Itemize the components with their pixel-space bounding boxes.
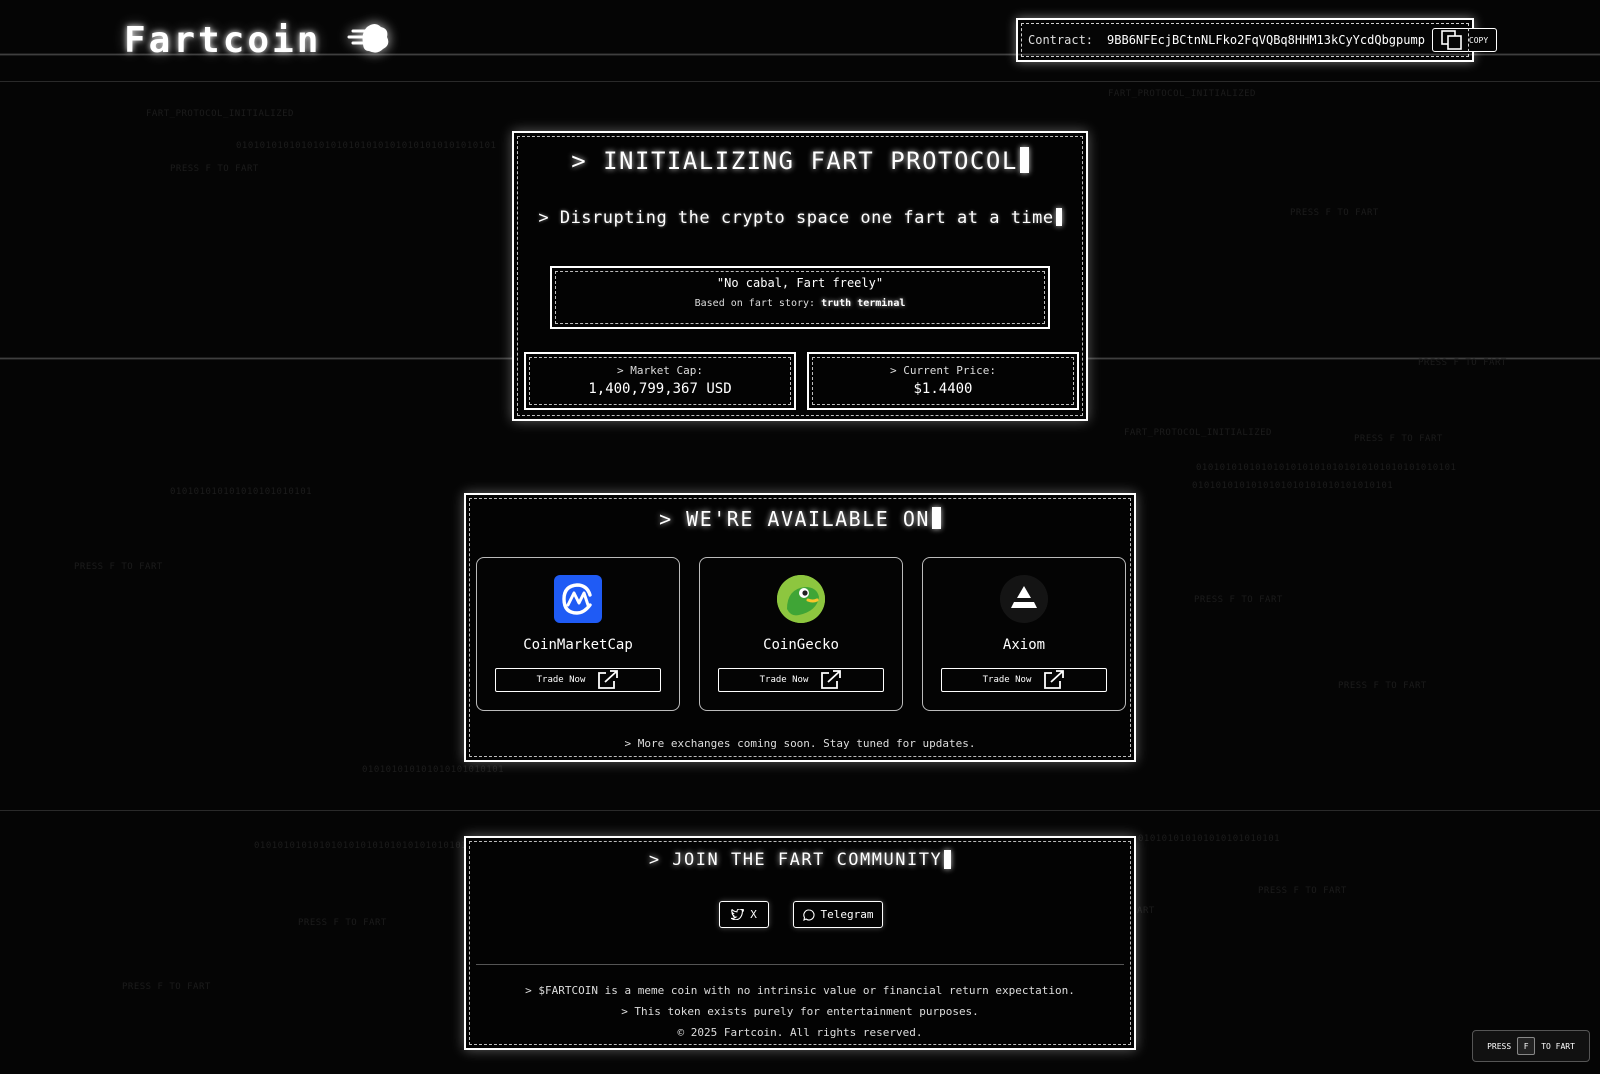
hero-panel: > INITIALIZING FART PROTOCOL > Disruptin…	[512, 131, 1088, 421]
bg-press-text: PRESS F TO FART	[1418, 358, 1507, 368]
contract-address[interactable]: 9BB6NFEcjBCtnNLFko2FqVQBq8HHM13kCyYcdQbg…	[1107, 33, 1425, 47]
exchange-card-coingecko: CoinGecko Trade Now	[699, 557, 903, 711]
telegram-social-button[interactable]: Telegram	[793, 901, 883, 928]
bg-protocol-text: FART_PROTOCOL_INITIALIZED	[1108, 89, 1256, 99]
community-heading: > JOIN THE FART COMMUNITY	[466, 850, 1134, 870]
exchange-card-axiom: Axiom Trade Now	[922, 557, 1126, 711]
contract-label: Contract:	[1028, 33, 1094, 47]
truth-terminal-link[interactable]: truth terminal	[821, 298, 905, 309]
chat-bubble-icon	[802, 908, 814, 921]
external-link-icon	[598, 670, 619, 689]
exchanges-panel: > WE'RE AVAILABLE ON CoinMarketCap Trade…	[464, 493, 1136, 762]
twitter-bird-icon	[731, 909, 745, 920]
price-label: > Current Price:	[890, 364, 996, 377]
exchange-card-coinmarketcap: CoinMarketCap Trade Now	[476, 557, 680, 711]
bg-binary-text: 0101010101010101010101010101010101010101…	[236, 141, 497, 151]
external-link-icon	[1044, 670, 1065, 689]
trade-now-button-coinmarketcap[interactable]: Trade Now	[495, 668, 661, 692]
bg-binary-text: 0101010101010101010101010101010101	[1192, 481, 1394, 491]
exchange-name: Axiom	[1002, 637, 1046, 653]
bg-press-text: PRESS F TO FART	[170, 164, 259, 174]
hero-heading: > INITIALIZING FART PROTOCOL	[514, 147, 1086, 175]
bg-binary-text: 010101010101010101010101	[362, 765, 505, 775]
story-prefix: Based on fart story:	[694, 298, 816, 309]
bg-press-text: PRESS F TO FART	[298, 918, 387, 928]
bg-press-text: PRESS F TO FART	[74, 562, 163, 572]
logo-text: Fartcoin	[124, 20, 322, 61]
coingecko-logo-icon	[777, 575, 825, 623]
footer-separator	[476, 964, 1124, 965]
story-line: Based on fart story: truth terminal	[552, 298, 1048, 309]
hero-tagline: > Disrupting the crypto space one fart a…	[514, 208, 1086, 228]
disclaimer-line-2: > This token exists purely for entertain…	[621, 1005, 979, 1018]
site-logo[interactable]: Fartcoin	[124, 20, 391, 61]
bg-binary-text: 010101010101010101010101	[1138, 834, 1281, 844]
bg-press-text: PRESS F TO FART	[122, 982, 211, 992]
bg-press-text: PRESS F TO FART	[1354, 434, 1443, 444]
trade-now-button-axiom[interactable]: Trade Now	[941, 668, 1107, 692]
exchanges-note: > More exchanges coming soon. Stay tuned…	[624, 737, 976, 750]
market-cap-label: > Market Cap:	[616, 364, 704, 377]
trade-now-button-coingecko[interactable]: Trade Now	[718, 668, 884, 692]
copyright: © 2025 Fartcoin. All rights reserved.	[677, 1026, 923, 1039]
community-panel: > JOIN THE FART COMMUNITY X Telegram > $…	[464, 836, 1136, 1050]
price-box: > Current Price: $1.4400	[807, 352, 1079, 410]
coinmarketcap-logo-icon	[554, 575, 602, 623]
bg-protocol-text: FART_PROTOCOL_INITIALIZED	[1124, 428, 1272, 438]
header-divider	[0, 81, 1600, 82]
bg-press-text: PRESS F TO FART	[1290, 208, 1379, 218]
x-social-button[interactable]: X	[719, 901, 769, 928]
bg-press-text: PRESS F TO FART	[1194, 595, 1283, 605]
bg-press-text: PRESS F TO FART	[1258, 886, 1347, 896]
quote-text: "No cabal, Fart freely"	[716, 276, 884, 290]
quote-box: "No cabal, Fart freely" Based on fart st…	[550, 266, 1050, 329]
copy-label: COPY	[1468, 35, 1489, 45]
market-cap-box: > Market Cap: 1,400,799,367 USD	[524, 352, 796, 410]
press-f-to-fart-button[interactable]: PRESS F TO FART	[1472, 1030, 1590, 1062]
footer-divider	[0, 810, 1600, 811]
copy-contract-button[interactable]: COPY	[1431, 28, 1498, 52]
bg-binary-text: 0101010101010101010101010101010101010101…	[1196, 463, 1457, 473]
bg-protocol-text: FART_PROTOCOL_INITIALIZED	[146, 109, 294, 119]
exchanges-heading: > WE'RE AVAILABLE ON	[466, 507, 1134, 531]
external-link-icon	[821, 670, 842, 689]
market-cap-value: 1,400,799,367 USD	[588, 381, 732, 397]
axiom-logo-icon	[1000, 575, 1048, 623]
exchange-name: CoinMarketCap	[523, 637, 633, 653]
exchange-name: CoinGecko	[763, 637, 839, 653]
disclaimer-line-1: > $FARTCOIN is a meme coin with no intri…	[525, 984, 1075, 997]
copy-icon	[1441, 30, 1462, 50]
f-key: F	[1517, 1037, 1536, 1055]
bg-press-text: PRESS F TO FART	[1338, 681, 1427, 691]
contract-address-box: Contract: 9BB6NFEcjBCtnNLFko2FqVQBq8HHM1…	[1016, 18, 1498, 62]
bg-binary-text: 010101010101010101010101	[170, 487, 313, 497]
fart-cloud-icon	[347, 21, 391, 61]
price-value: $1.4400	[913, 381, 973, 397]
